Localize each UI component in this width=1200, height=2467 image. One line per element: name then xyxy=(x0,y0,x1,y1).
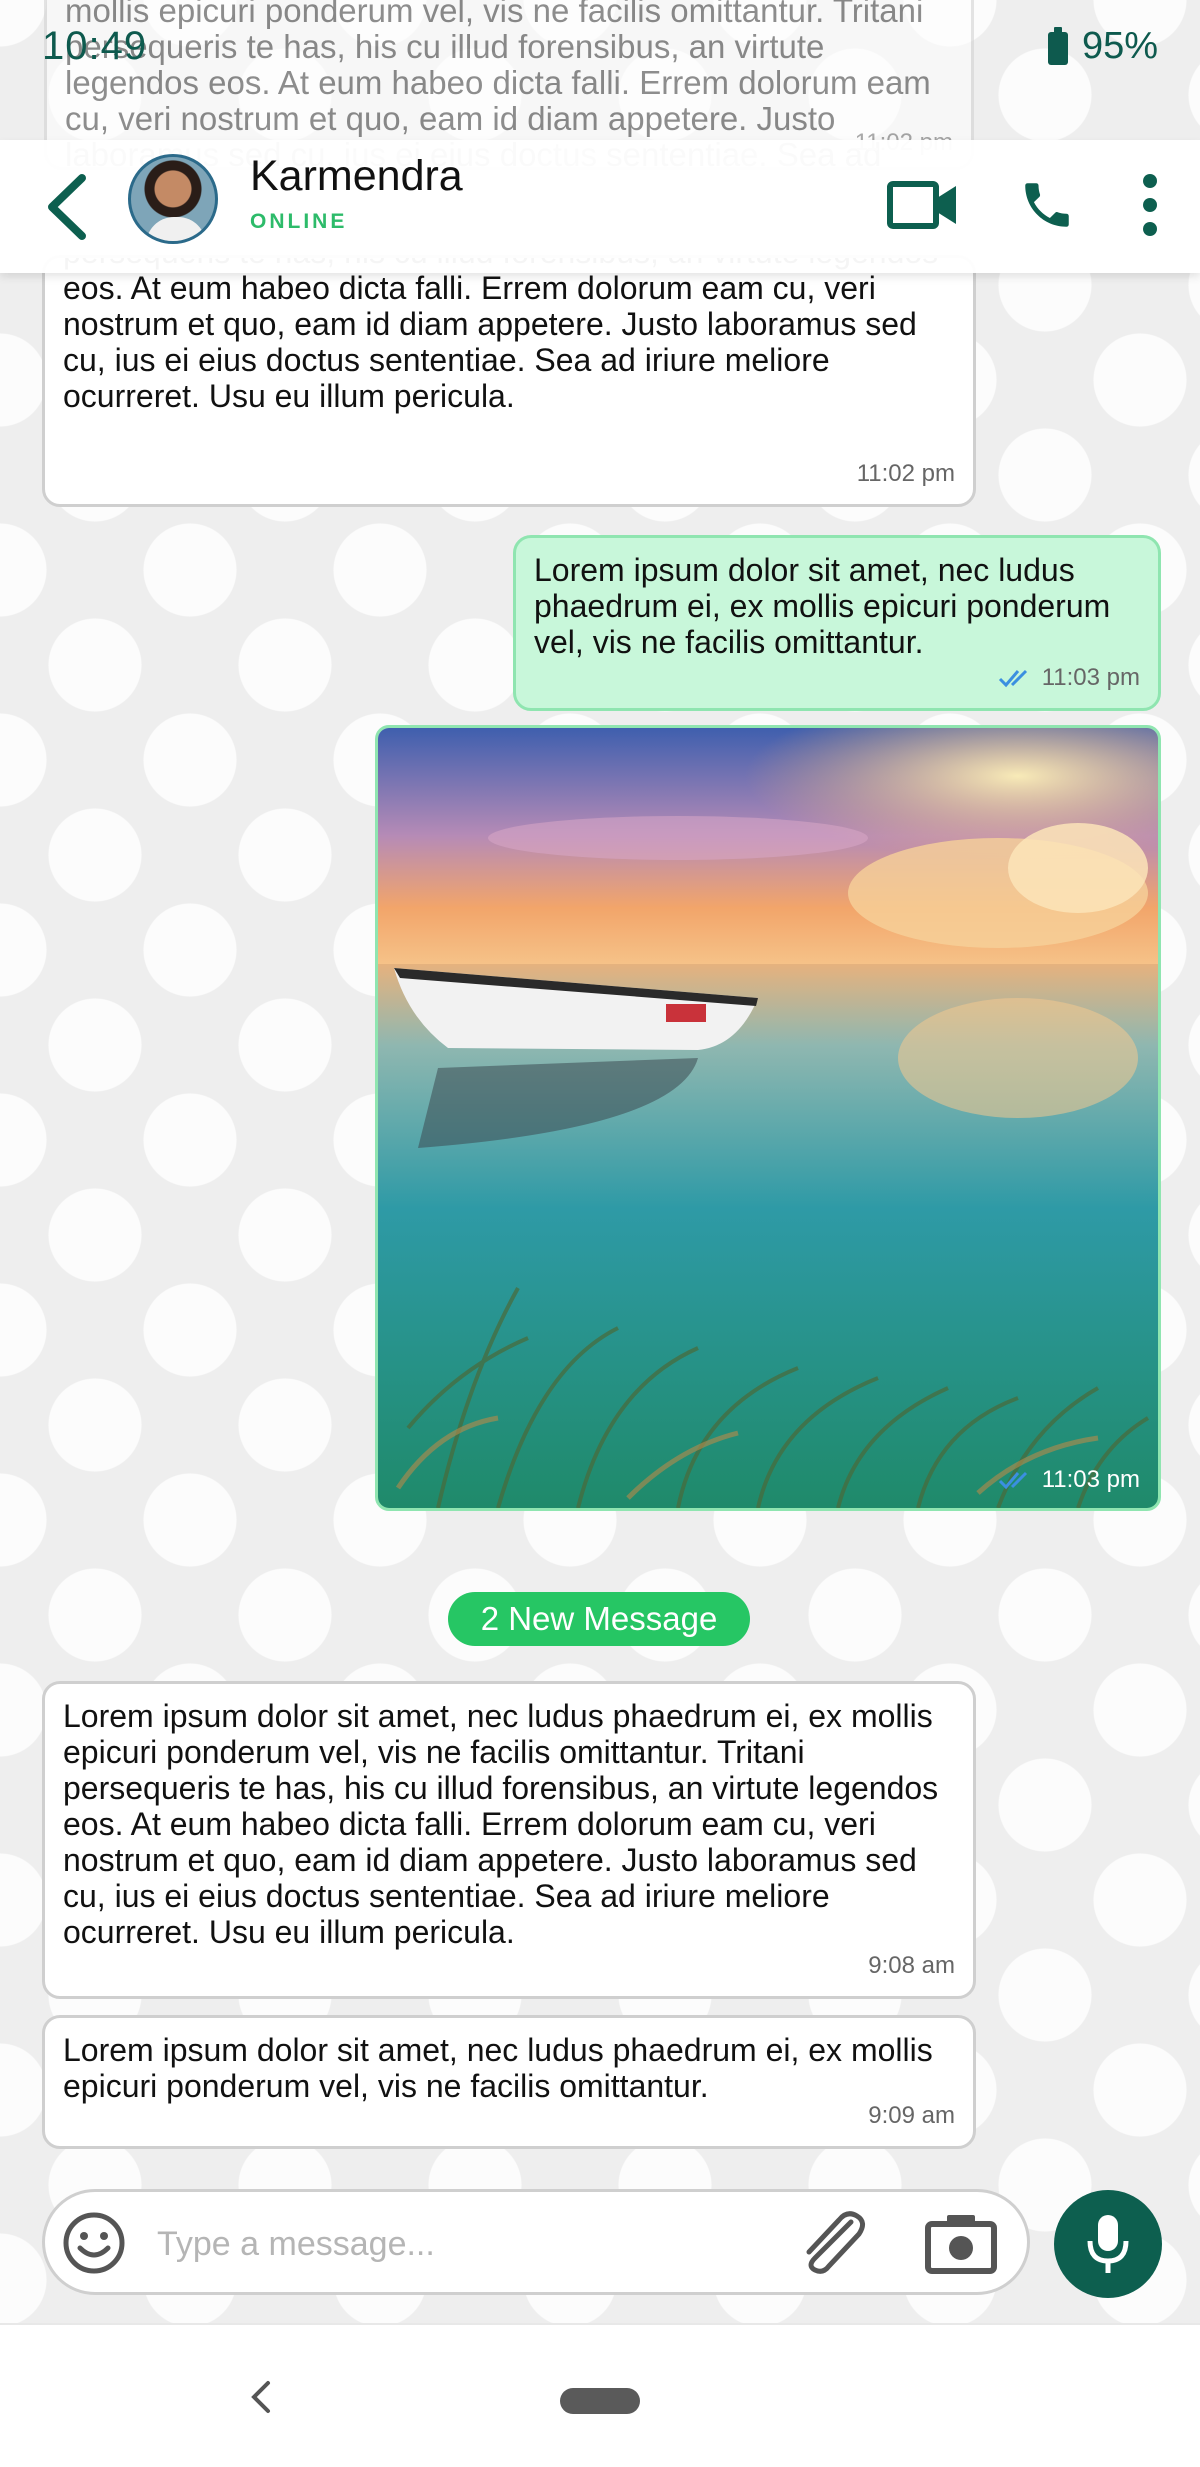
attach-button[interactable] xyxy=(793,2210,869,2276)
mic-icon xyxy=(1087,2215,1129,2273)
double-check-icon xyxy=(998,1471,1027,1490)
status-right: 95% xyxy=(1047,24,1158,68)
back-arrow-icon xyxy=(48,174,86,240)
back-button[interactable] xyxy=(36,162,96,252)
message-meta: 11:03 pm xyxy=(998,660,1140,696)
message-time: 11:03 pm xyxy=(1041,1466,1140,1493)
message-text: Lorem ipsum dolor sit amet, nec ludus ph… xyxy=(63,258,938,414)
voice-call-button[interactable] xyxy=(1015,170,1079,240)
chevron-left-icon xyxy=(251,2381,270,2413)
boat-photo xyxy=(378,728,1158,1508)
message-text: Lorem ipsum dolor sit amet, nec ludus ph… xyxy=(63,1698,939,1950)
message-time: 11:02 pm xyxy=(856,460,955,487)
message-text: Lorem ipsum dolor sit amet, nec ludus ph… xyxy=(534,552,1111,660)
more-vert-icon xyxy=(1143,174,1157,236)
video-call-icon xyxy=(887,181,956,229)
message-bubble-incoming[interactable]: Lorem ipsum dolor sit amet, nec ludus ph… xyxy=(42,2015,976,2149)
message-meta: 11:03 pm xyxy=(998,1466,1140,1494)
double-check-icon xyxy=(998,669,1027,688)
image-message-bubble[interactable]: 11:03 pm xyxy=(375,725,1161,1511)
message-input[interactable] xyxy=(157,2214,797,2274)
message-bubble-outgoing[interactable]: Lorem ipsum dolor sit amet, nec ludus ph… xyxy=(513,535,1161,711)
emoji-button[interactable] xyxy=(61,2210,127,2276)
emoji-icon xyxy=(63,2212,125,2274)
battery-percentage: 95% xyxy=(1081,24,1158,67)
contact-status: ONLINE xyxy=(250,210,348,233)
contact-avatar[interactable] xyxy=(128,154,218,244)
status-bar: 10:49 95% xyxy=(0,0,1200,92)
voice-record-button[interactable] xyxy=(1054,2190,1162,2298)
message-bubble-incoming[interactable]: Lorem ipsum dolor sit amet, nec ludus ph… xyxy=(42,255,976,507)
status-time: 10:49 xyxy=(42,23,148,68)
phone-icon xyxy=(1025,183,1069,227)
paperclip-icon xyxy=(806,2211,865,2274)
message-time: 11:03 pm xyxy=(1041,664,1140,691)
video-call-button[interactable] xyxy=(886,170,960,240)
message-composer xyxy=(42,2189,1030,2295)
chat-header: Karmendra ONLINE xyxy=(0,140,1200,273)
system-home-pill[interactable] xyxy=(560,2388,640,2414)
battery-icon xyxy=(1047,27,1068,65)
contact-name[interactable]: Karmendra xyxy=(250,152,463,201)
message-text: Lorem ipsum dolor sit amet, nec ludus ph… xyxy=(63,2032,933,2104)
message-bubble-incoming[interactable]: Lorem ipsum dolor sit amet, nec ludus ph… xyxy=(42,1681,976,1999)
system-back-button[interactable] xyxy=(238,2375,282,2419)
message-time: 9:08 am xyxy=(868,1952,955,1979)
camera-icon xyxy=(925,2215,997,2274)
camera-button[interactable] xyxy=(925,2212,997,2274)
more-options-button[interactable] xyxy=(1126,170,1174,240)
system-navigation-bar xyxy=(0,2323,1200,2467)
new-messages-indicator[interactable]: 2 New Message xyxy=(448,1592,750,1646)
message-time: 9:09 am xyxy=(868,2102,955,2129)
